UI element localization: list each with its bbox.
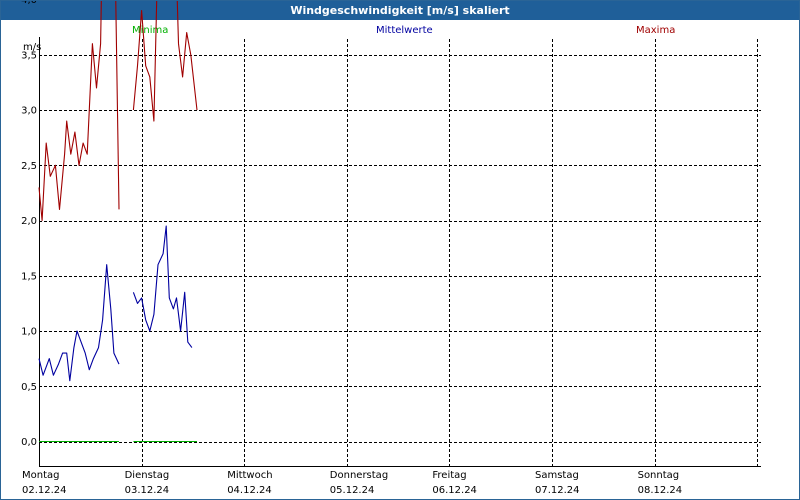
y-tick-label: 1,0 [21,327,37,338]
x-tick-date-label: 03.12.24 [125,485,170,496]
y-tick-label: 1,5 [21,271,37,282]
y-tick-label: 2,0 [21,216,37,227]
x-tick-date-label: 08.12.24 [638,485,683,496]
y-tick-label: 0,0 [21,437,37,448]
y-tick-label: 4,0 [21,1,37,6]
y-tick-label: 2,5 [21,161,37,172]
x-tick-date-label: 05.12.24 [330,485,375,496]
chart-window: Windgeschwindigkeit [m/s] skaliert Minim… [0,0,800,500]
y-tick-label: 3,0 [21,106,37,117]
x-tick-day-label: Sonntag [638,470,680,481]
x-tick-date-label: 06.12.24 [432,485,477,496]
x-tick-day-label: Montag [22,470,59,481]
y-tick-label: 3,5 [21,50,37,61]
chart-plot-area: m/s0,00,51,01,52,02,53,03,54,04,55,05,56… [21,1,761,496]
y-tick-label: 0,5 [21,382,37,393]
x-tick-date-label: 02.12.24 [22,485,67,496]
x-tick-day-label: Mittwoch [227,470,272,481]
x-tick-date-label: 04.12.24 [227,485,272,496]
x-tick-day-label: Dienstag [125,470,170,481]
series-mittelwerte-line [38,264,120,382]
x-tick-date-label: 07.12.24 [535,485,580,496]
x-tick-day-label: Donnerstag [330,470,388,481]
x-tick-day-label: Samstag [535,470,579,481]
x-tick-day-label: Freitag [432,470,466,481]
